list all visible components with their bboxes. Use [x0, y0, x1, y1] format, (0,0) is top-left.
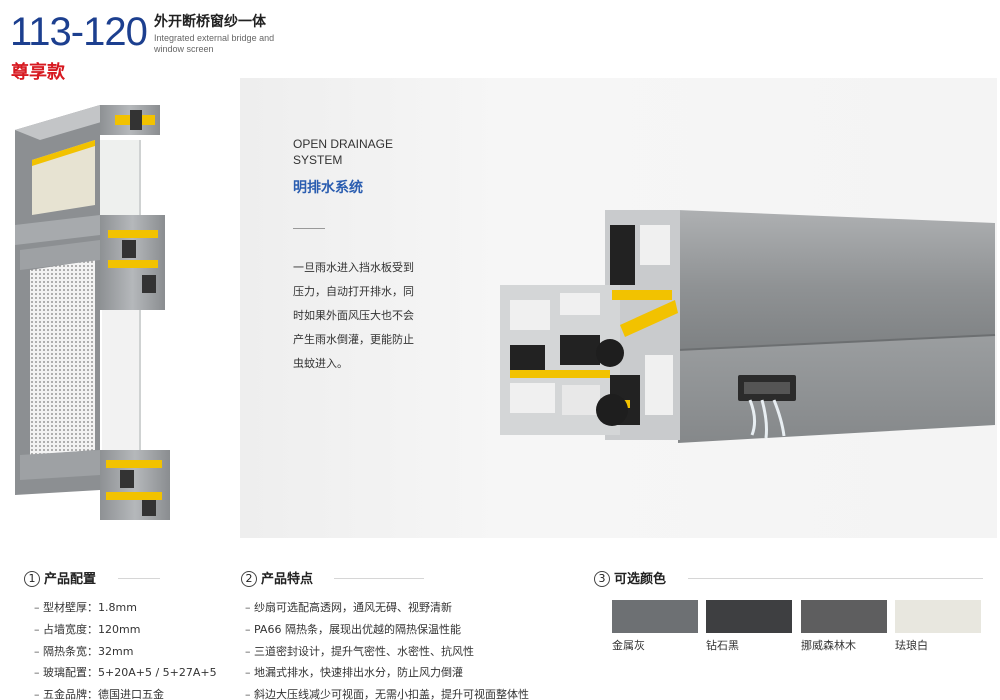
- section-colors-heading: 3 可选颜色: [594, 568, 666, 587]
- feature-desc-line: 压力，自动打开排水，同: [293, 285, 414, 298]
- color-swatch-enamel-white[interactable]: [895, 600, 981, 633]
- section-title: 产品配置: [44, 572, 97, 587]
- list-item: 隔热条宽：32mm: [34, 641, 217, 663]
- product-title-en: Integrated external bridge and window sc…: [154, 33, 275, 54]
- list-item: 地漏式排水，快速排出水分，防止风力倒灌: [245, 662, 529, 684]
- feature-description: 一旦雨水进入挡水板受到 压力，自动打开排水，同 时如果外面风压大也不会 产生雨水…: [293, 256, 423, 376]
- section-divider: [334, 578, 424, 579]
- section-features-heading: 2 产品特点: [241, 568, 313, 587]
- list-item: 占墙宽度：120mm: [34, 619, 217, 641]
- feature-desc-line: 虫蚊进入。: [293, 357, 348, 370]
- feature-desc-line: 产生雨水倒灌，更能防止: [293, 333, 414, 346]
- feature-title-cn: 明排水系统: [293, 180, 363, 196]
- window-section-illustration: [15, 105, 170, 520]
- edition-label: 尊享款: [11, 62, 65, 83]
- color-swatch-metal-grey[interactable]: [612, 600, 698, 633]
- color-swatch-diamond-black[interactable]: [706, 600, 792, 633]
- list-item: PA66 隔热条，展现出优越的隔热保温性能: [245, 619, 529, 641]
- feature-title-en: OPEN DRAINAGE SYSTEM: [293, 136, 393, 168]
- feature-desc-line: 一旦雨水进入挡水板受到: [293, 261, 414, 274]
- section-divider: [118, 578, 160, 579]
- feature-title-en-line2: SYSTEM: [293, 153, 343, 167]
- drainage-profile-illustration: [500, 210, 996, 443]
- color-label: 钻石黑: [706, 639, 739, 652]
- section-title: 可选颜色: [614, 572, 667, 587]
- list-item: 型材壁厚：1.8mm: [34, 597, 217, 619]
- list-item: 五金品牌：德国进口五金: [34, 684, 217, 700]
- list-item: 斜边大压线减少可视面，无需小扣盖，提升可视面整体性: [245, 684, 529, 700]
- feature-desc-line: 时如果外面风压大也不会: [293, 309, 414, 322]
- features-list: 纱扇可选配高透网，通风无碍、视野清新 PA66 隔热条，展现出优越的隔热保温性能…: [245, 597, 529, 700]
- color-label: 金属灰: [612, 639, 645, 652]
- section-divider: [688, 578, 983, 579]
- list-item: 纱扇可选配高透网，通风无碍、视野清新: [245, 597, 529, 619]
- model-number: 113-120: [10, 10, 148, 54]
- section-number: 2: [241, 571, 257, 587]
- color-label: 挪威森林木: [801, 639, 856, 652]
- section-number: 1: [24, 571, 40, 587]
- section-config-heading: 1 产品配置: [24, 568, 96, 587]
- color-swatch-norway-forest-wood[interactable]: [801, 600, 887, 633]
- list-item: 玻璃配置：5+20A+5 / 5+27A+5: [34, 662, 217, 684]
- section-number: 3: [594, 571, 610, 587]
- list-item: 三道密封设计，提升气密性、水密性、抗风性: [245, 641, 529, 663]
- section-title: 产品特点: [261, 572, 314, 587]
- color-label: 珐琅白: [895, 639, 928, 652]
- feature-divider: [293, 228, 325, 229]
- product-title-cn: 外开断桥窗纱一体: [154, 14, 266, 30]
- config-list: 型材壁厚：1.8mm 占墙宽度：120mm 隔热条宽：32mm 玻璃配置：5+2…: [34, 597, 217, 700]
- feature-title-en-line1: OPEN DRAINAGE: [293, 137, 394, 151]
